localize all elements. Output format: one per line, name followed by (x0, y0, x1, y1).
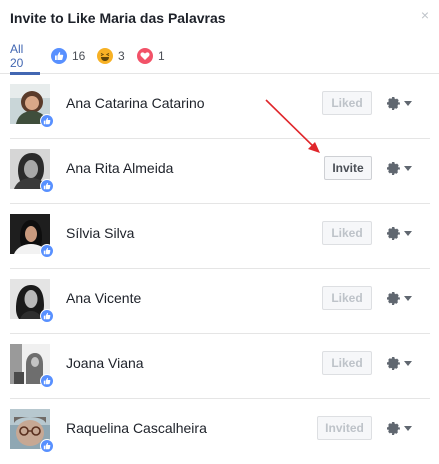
like-badge-icon (40, 309, 54, 323)
like-badge-icon (40, 439, 54, 453)
chevron-down-icon (404, 295, 412, 301)
gear-icon (387, 291, 400, 305)
list-item: Ana Vicente Liked (10, 269, 430, 334)
tab-all[interactable]: All 20 (10, 38, 40, 75)
invite-dialog: Invite to Like Maria das Palavras × All … (0, 0, 439, 464)
liked-button: Liked (322, 91, 372, 115)
liked-button: Liked (322, 351, 372, 375)
tab-love[interactable]: 1 (137, 38, 165, 74)
like-badge-icon (40, 114, 54, 128)
settings-menu[interactable] (387, 95, 417, 111)
person-name[interactable]: Sílvia Silva (66, 225, 134, 241)
haha-icon (97, 48, 113, 64)
tab-all-label: All 20 (10, 42, 24, 70)
list-item: Ana Rita Almeida Invite (10, 139, 430, 204)
chevron-down-icon (404, 165, 412, 171)
person-name[interactable]: Ana Vicente (66, 290, 141, 306)
like-badge-icon (40, 179, 54, 193)
list-item: Ana Catarina Catarino Liked (10, 74, 430, 139)
settings-menu[interactable] (387, 290, 417, 306)
dialog-header: Invite to Like Maria das Palavras × (0, 0, 439, 40)
tab-haha-count: 3 (118, 49, 125, 63)
invited-button: Invited (317, 416, 372, 440)
tab-haha[interactable]: 3 (97, 38, 125, 74)
person-name[interactable]: Ana Rita Almeida (66, 160, 173, 176)
like-badge-icon (40, 374, 54, 388)
tab-love-count: 1 (158, 49, 165, 63)
chevron-down-icon (404, 230, 412, 236)
person-name[interactable]: Raquelina Cascalheira (66, 420, 207, 436)
annotation-arrow-icon (265, 99, 320, 153)
invite-button[interactable]: Invite (324, 156, 372, 180)
settings-menu[interactable] (387, 355, 417, 371)
settings-menu[interactable] (387, 420, 417, 436)
like-badge-icon (40, 244, 54, 258)
liked-button: Liked (322, 221, 372, 245)
gear-icon (387, 161, 400, 175)
list-item: Joana Viana Liked (10, 334, 430, 399)
close-icon[interactable]: × (421, 8, 429, 22)
settings-menu[interactable] (387, 160, 417, 176)
love-icon (137, 48, 153, 64)
gear-icon (387, 96, 400, 110)
person-name[interactable]: Ana Catarina Catarino (66, 95, 205, 111)
settings-menu[interactable] (387, 225, 417, 241)
like-icon (51, 48, 67, 64)
chevron-down-icon (404, 100, 412, 106)
gear-icon (387, 421, 400, 435)
tab-like[interactable]: 16 (51, 38, 85, 74)
person-name[interactable]: Joana Viana (66, 355, 144, 371)
liked-button: Liked (322, 286, 372, 310)
gear-icon (387, 226, 400, 240)
list-item: Sílvia Silva Liked (10, 204, 430, 269)
dialog-title: Invite to Like Maria das Palavras (10, 10, 226, 26)
reaction-tabs: All 20 16 3 1 (0, 38, 439, 75)
gear-icon (387, 356, 400, 370)
list-item: Raquelina Cascalheira Invited (10, 399, 430, 464)
chevron-down-icon (404, 425, 412, 431)
tab-like-count: 16 (72, 49, 86, 63)
chevron-down-icon (404, 360, 412, 366)
